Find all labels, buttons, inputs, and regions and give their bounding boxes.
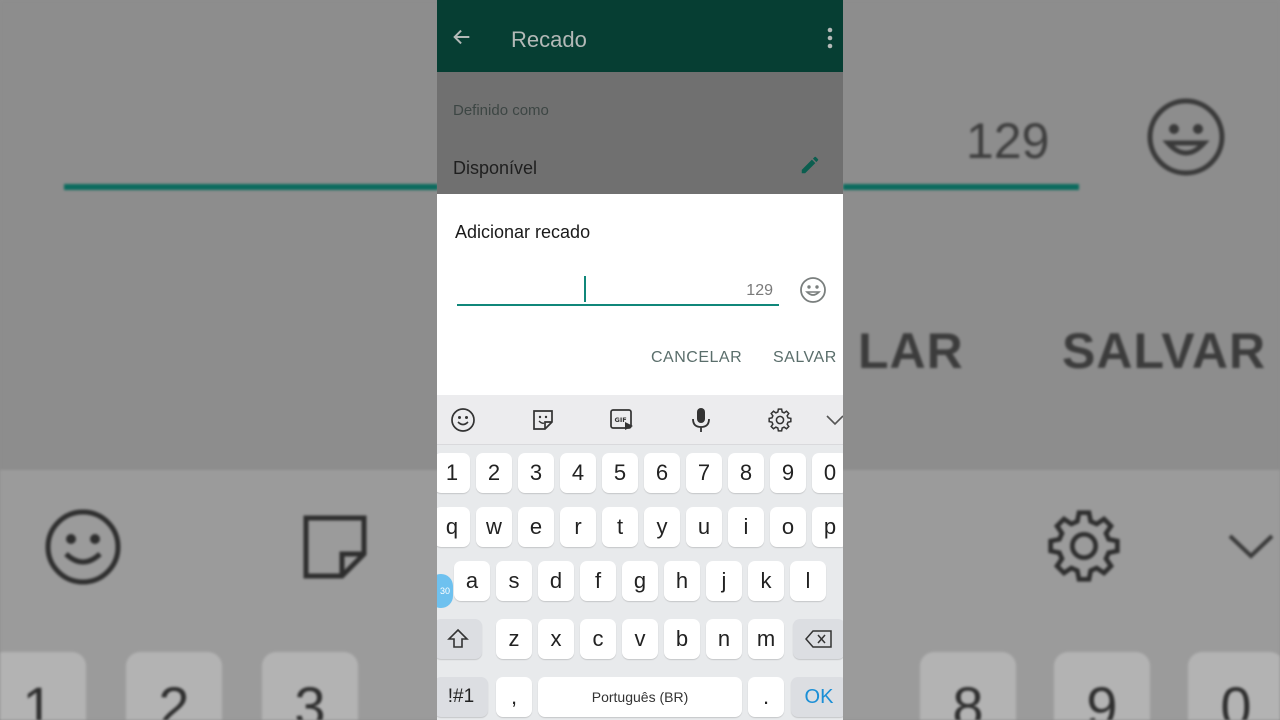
key[interactable]: m	[748, 619, 784, 659]
key[interactable]: 8	[728, 453, 764, 493]
bg-settings-icon	[1048, 510, 1120, 582]
key[interactable]: u	[686, 507, 722, 547]
bg-sticker-icon	[303, 515, 367, 579]
key[interactable]: l	[790, 561, 826, 601]
key[interactable]: x	[538, 619, 574, 659]
bg-counter: 129	[966, 113, 1050, 169]
symbols-key[interactable]: !#1	[437, 677, 488, 717]
phone-screen: Recado Definido como Disponível Adiciona…	[437, 0, 843, 720]
key[interactable]: f	[580, 561, 616, 601]
shift-icon	[447, 628, 469, 648]
pencil-icon[interactable]	[799, 154, 821, 176]
key[interactable]: h	[664, 561, 700, 601]
space-key[interactable]: Português (BR)	[538, 677, 742, 717]
dialog-title: Adicionar recado	[455, 222, 591, 242]
key[interactable]: q	[437, 507, 470, 547]
backspace-icon	[805, 630, 832, 648]
key[interactable]: 5	[602, 453, 638, 493]
status-section: Definido como Disponível	[437, 72, 843, 194]
save-button[interactable]: SALVAR	[773, 349, 837, 367]
settings-icon	[768, 408, 792, 432]
emoji-icon[interactable]	[799, 276, 827, 304]
suggestion-bubble[interactable]: 30	[437, 574, 453, 608]
gif-icon: GIF	[610, 409, 633, 430]
bg-key: 2	[126, 652, 222, 720]
arrow-left-icon	[453, 29, 470, 45]
ok-key[interactable]: OK	[791, 677, 843, 717]
key[interactable]: 3	[518, 453, 554, 493]
key[interactable]: c	[580, 619, 616, 659]
bg-key: 0	[1188, 652, 1280, 720]
period-key[interactable]: .	[748, 677, 784, 717]
backspace-key[interactable]	[793, 619, 843, 659]
bg-key: 9	[1054, 652, 1150, 720]
key[interactable]: 1	[437, 453, 470, 493]
keyboard-toolbar: GIF	[437, 395, 843, 445]
key[interactable]: 4	[560, 453, 596, 493]
kb-emoji-button[interactable]	[448, 405, 478, 435]
key[interactable]: o	[770, 507, 806, 547]
key[interactable]: a	[454, 561, 490, 601]
kb-settings-button[interactable]	[765, 405, 795, 435]
bg-key: 8	[920, 652, 1016, 720]
key[interactable]: n	[706, 619, 742, 659]
key[interactable]: 9	[770, 453, 806, 493]
key[interactable]: 2	[476, 453, 512, 493]
cancel-button[interactable]: CANCELAR	[651, 349, 742, 367]
kb-gif-button[interactable]: GIF	[607, 405, 637, 435]
keyboard: 1 2 3 4 5 6 7 8 9 0 q w e r t y u i o p …	[437, 445, 843, 720]
bg-save-text: SALVAR	[1062, 323, 1267, 379]
more-options-button[interactable]	[823, 24, 837, 52]
key[interactable]: r	[560, 507, 596, 547]
key[interactable]: j	[706, 561, 742, 601]
bg-emoji-icon	[1147, 98, 1225, 176]
bg-underline-left	[64, 184, 438, 190]
key[interactable]: b	[664, 619, 700, 659]
app-bar: Recado	[437, 0, 843, 72]
key[interactable]: 6	[644, 453, 680, 493]
char-counter: 129	[746, 282, 773, 299]
key[interactable]: d	[538, 561, 574, 601]
sticker-icon	[533, 410, 553, 430]
current-status[interactable]: Disponível	[453, 158, 537, 179]
bg-cancel-text: LAR	[858, 323, 964, 379]
svg-text:GIF: GIF	[615, 416, 627, 424]
emoji-icon	[451, 408, 475, 432]
key[interactable]: i	[728, 507, 764, 547]
key[interactable]: s	[496, 561, 532, 601]
key[interactable]: z	[496, 619, 532, 659]
status-input[interactable]: 129	[457, 266, 779, 306]
more-vertical-icon	[827, 27, 833, 49]
bg-key: 3	[262, 652, 358, 720]
page-title: Recado	[511, 27, 587, 52]
key[interactable]: w	[476, 507, 512, 547]
key[interactable]: t	[602, 507, 638, 547]
kb-sticker-button[interactable]	[528, 405, 558, 435]
text-caret	[584, 276, 586, 302]
key[interactable]: y	[644, 507, 680, 547]
key[interactable]: v	[622, 619, 658, 659]
key[interactable]: 0	[812, 453, 843, 493]
key[interactable]: p	[812, 507, 843, 547]
kb-collapse-button[interactable]	[820, 405, 843, 435]
key[interactable]: g	[622, 561, 658, 601]
bg-emoji-icon-2	[45, 509, 121, 585]
section-label: Definido como	[453, 102, 549, 119]
microphone-icon	[692, 408, 710, 432]
comma-key[interactable]: ,	[496, 677, 532, 717]
key[interactable]: k	[748, 561, 784, 601]
back-button[interactable]	[445, 20, 479, 54]
kb-voice-button[interactable]	[686, 405, 716, 435]
bg-key: 1	[0, 652, 86, 720]
bg-underline-right	[843, 184, 1079, 190]
key[interactable]: 7	[686, 453, 722, 493]
key[interactable]: e	[518, 507, 554, 547]
chevron-down-icon	[826, 415, 843, 426]
shift-key[interactable]	[437, 619, 482, 659]
add-status-dialog: Adicionar recado 129 CANCELAR SALVAR	[437, 194, 843, 395]
bg-chevron-icon	[1228, 534, 1274, 559]
